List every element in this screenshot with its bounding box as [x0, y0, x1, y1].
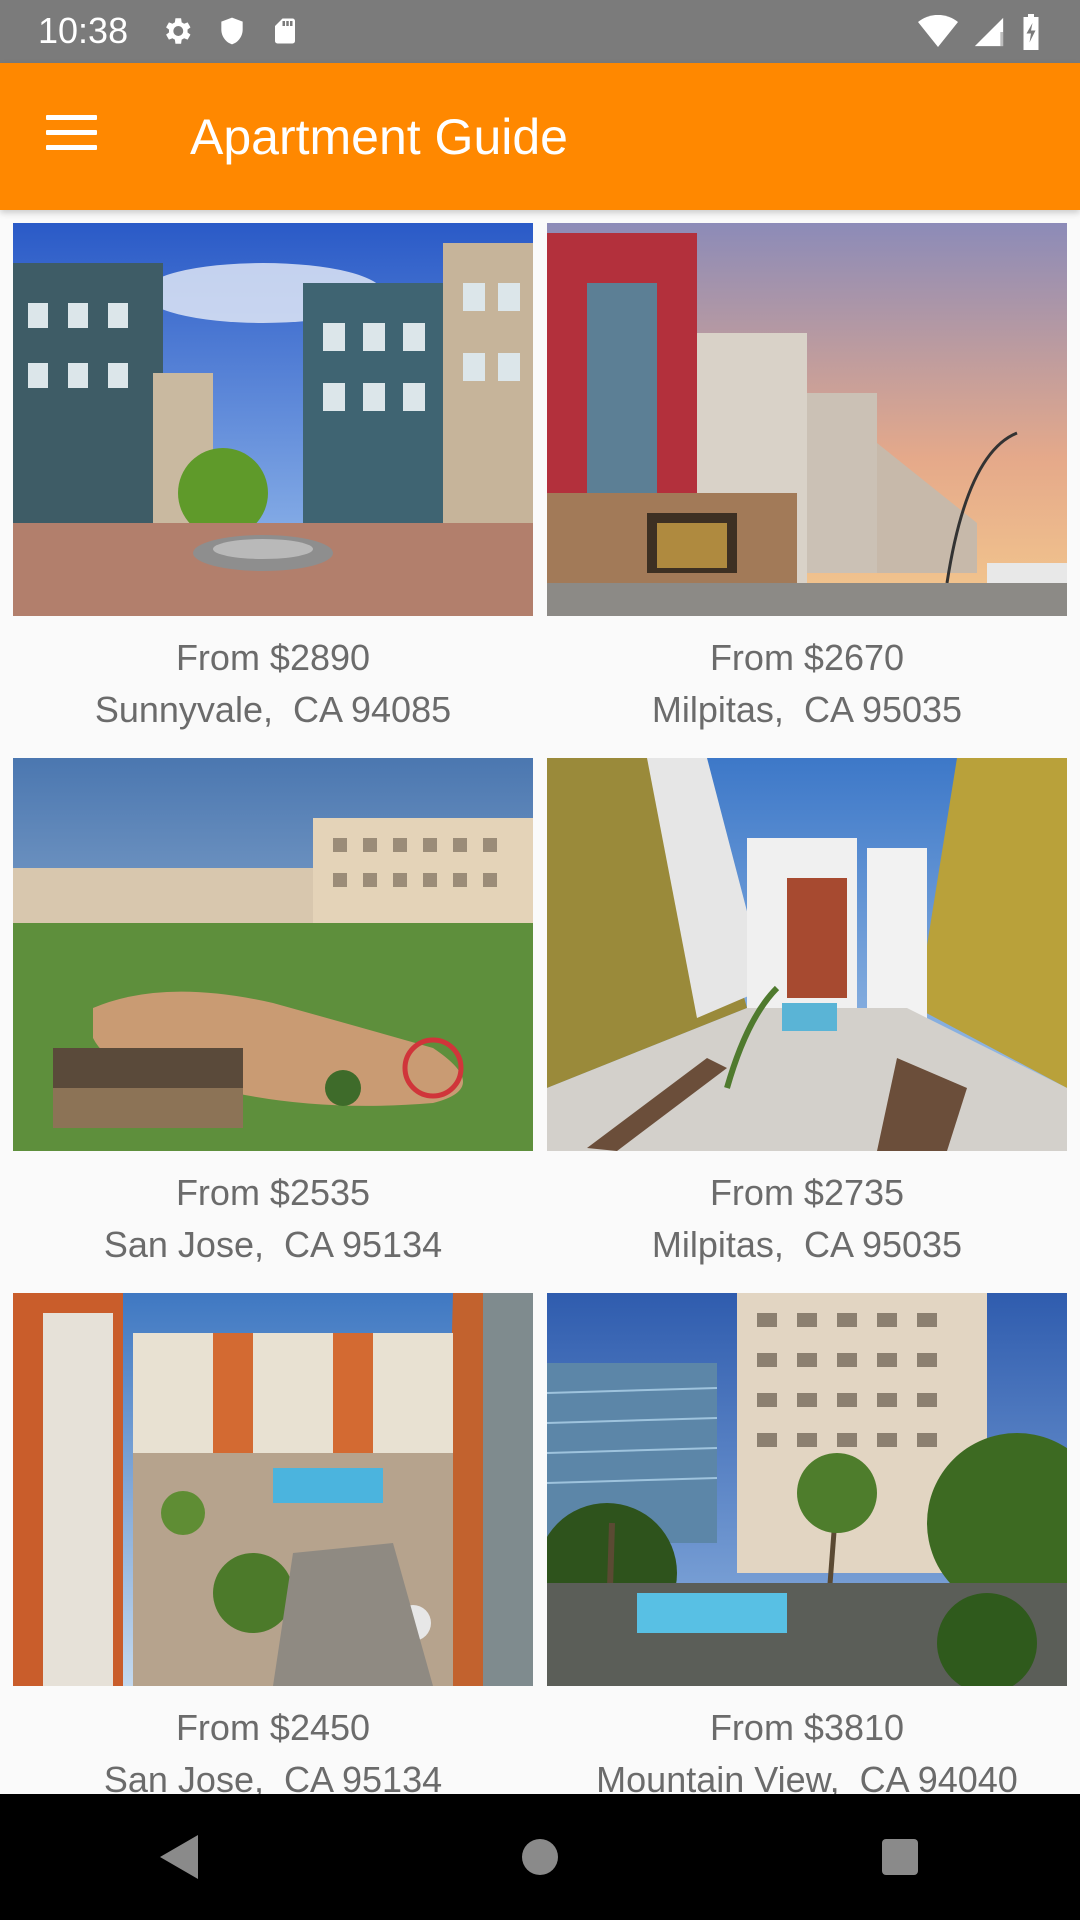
- app-bar: Apartment Guide: [0, 63, 1080, 210]
- listing-price: From $2735: [709, 1172, 905, 1213]
- listing-photo: [547, 758, 1067, 1151]
- battery-icon: [1020, 14, 1042, 50]
- listing-location: Milpitas, CA 95035: [651, 1224, 963, 1265]
- listing-card[interactable]: From $2890 Sunnyvale, CA 94085: [13, 223, 533, 758]
- listing-location: San Jose, CA 95134: [103, 1224, 443, 1265]
- listing-card[interactable]: From $2670 Milpitas, CA 95035: [547, 223, 1067, 758]
- listing-card[interactable]: From $2735 Milpitas, CA 95035: [547, 758, 1067, 1293]
- listing-price: From $3810: [709, 1707, 905, 1748]
- home-button[interactable]: [490, 1807, 590, 1907]
- listing-price: From $2450: [175, 1707, 371, 1748]
- back-icon: [160, 1835, 198, 1879]
- status-time: 10:38: [38, 10, 129, 51]
- listing-card[interactable]: From $2535 San Jose, CA 95134: [13, 758, 533, 1293]
- menu-icon: [40, 115, 106, 150]
- status-right-icons: [918, 14, 1042, 50]
- listing-location: Sunnyvale, CA 94085: [94, 689, 452, 730]
- listing-price: From $2535: [175, 1172, 371, 1213]
- signal-icon: [972, 15, 1006, 49]
- status-bar: 10:38: [0, 0, 1080, 63]
- listing-photo: [547, 1293, 1067, 1686]
- settings-icon: [160, 14, 194, 48]
- recents-icon: [882, 1839, 918, 1875]
- listing-location: Milpitas, CA 95035: [651, 689, 963, 730]
- wifi-icon: [918, 15, 958, 49]
- listing-card[interactable]: From $2450 San Jose, CA 95134: [13, 1293, 533, 1828]
- shield-icon: [216, 14, 248, 48]
- menu-button[interactable]: [40, 108, 106, 164]
- sd-card-icon: [270, 14, 300, 48]
- listing-photo: [13, 758, 533, 1151]
- listing-price: From $2670: [709, 637, 905, 678]
- listing-grid: From $2890 Sunnyvale, CA 94085 From $267…: [13, 223, 1067, 1828]
- listing-photo: [13, 1293, 533, 1686]
- navigation-bar: [0, 1794, 1080, 1920]
- app-title: Apartment Guide: [190, 109, 568, 165]
- app-screen: 10:38 Apartment Guide From $2890 Sunnyva…: [0, 0, 1080, 1920]
- listing-photo: [13, 223, 533, 616]
- home-icon: [522, 1839, 558, 1875]
- back-button[interactable]: [130, 1807, 230, 1907]
- listing-photo: [547, 223, 1067, 616]
- listing-price: From $2890: [175, 637, 371, 678]
- listing-card[interactable]: From $3810 Mountain View, CA 94040: [547, 1293, 1067, 1828]
- status-left-icons: [160, 14, 300, 48]
- recents-button[interactable]: [850, 1807, 950, 1907]
